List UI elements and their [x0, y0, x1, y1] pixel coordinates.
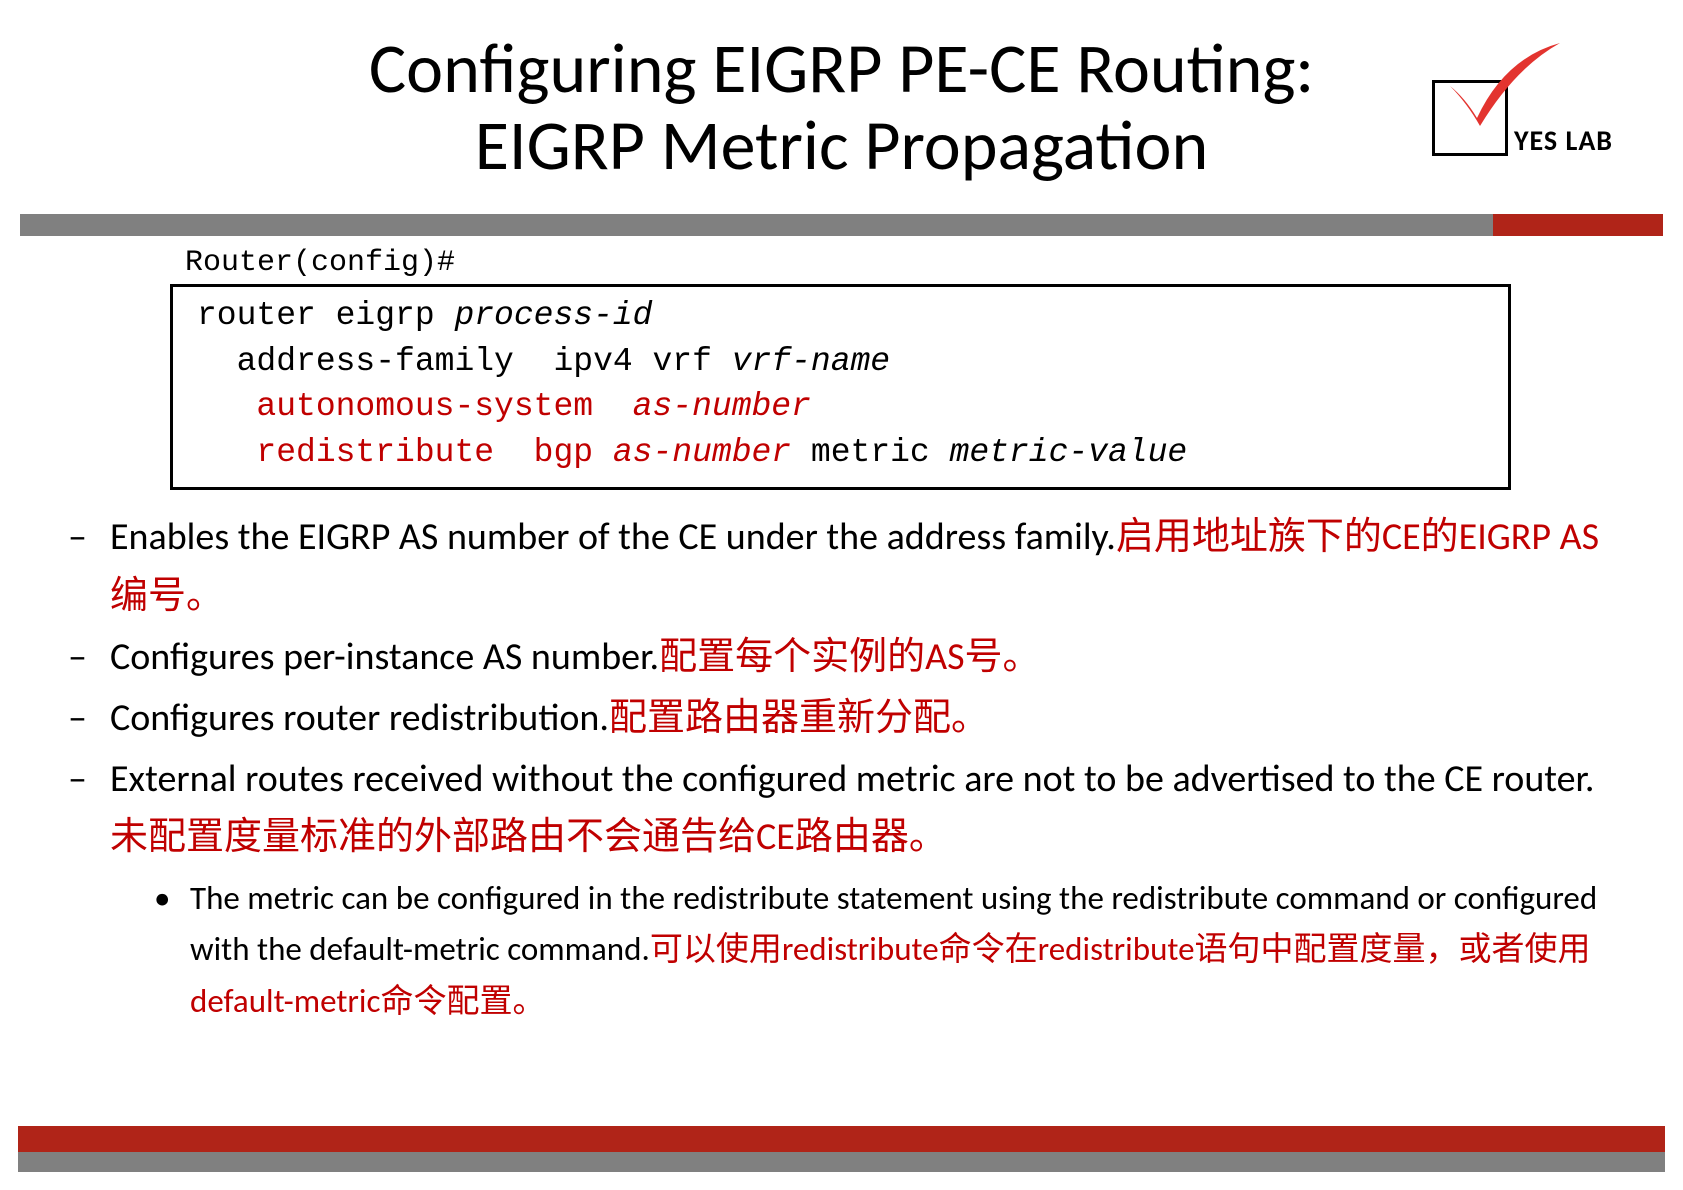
bullet-list: Enables the EIGRP AS number of the CE un… — [40, 508, 1623, 1027]
code-l3a: autonomous-system — [197, 388, 633, 425]
code-l4d: metric-value — [950, 434, 1188, 471]
slide: Configuring EIGRP PE-CE Routing: EIGRP M… — [0, 0, 1683, 1190]
bullet-1: Enables the EIGRP AS number of the CE un… — [40, 508, 1623, 626]
logo-text: YES LAB — [1514, 123, 1613, 158]
divider-gray — [20, 214, 1493, 236]
code-l2b: vrf-name — [732, 343, 890, 380]
logo-checkbox — [1432, 80, 1508, 156]
code-l1b: process-id — [454, 297, 652, 334]
footer-red-bar — [18, 1126, 1665, 1152]
code-l2a: address-family ipv4 vrf — [197, 343, 732, 380]
code-l1a: router eigrp — [197, 297, 454, 334]
prompt-text-right: )# — [419, 246, 455, 280]
code-l4a: redistribute bgp — [197, 434, 613, 471]
bullet-2-en: Configures per-instance AS number. — [110, 634, 659, 680]
title-line-1: Configuring EIGRP PE-CE Routing: — [369, 25, 1314, 111]
code-block: router eigrp process-id address-family i… — [170, 284, 1511, 490]
checkmark-icon — [1445, 38, 1565, 128]
sub-bullet-1: The metric can be configured in the redi… — [40, 873, 1623, 1026]
code-l3b: as-number — [633, 388, 811, 425]
bullet-3-cn: 配置路由器重新分配。 — [609, 695, 989, 741]
bullet-1-en: Enables the EIGRP AS number of the CE un… — [110, 514, 1116, 560]
title-line-2: EIGRP Metric Propagation — [475, 102, 1209, 188]
code-l4b: as-number — [613, 434, 791, 471]
bullet-4-en: External routes received without the con… — [110, 756, 1595, 802]
bullet-4: External routes received without the con… — [40, 750, 1623, 868]
code-l4c: metric — [791, 434, 949, 471]
slide-title: Configuring EIGRP PE-CE Routing: EIGRP M… — [0, 30, 1683, 184]
bullet-3: Configures router redistribution.配置路由器重新… — [40, 689, 1623, 748]
logo: YES LAB — [1432, 80, 1613, 156]
footer-gray-bar — [18, 1152, 1665, 1172]
bullet-4-cn: 未配置度量标准的外部路由不会通告给CE路由器。 — [110, 814, 947, 860]
bullet-2-cn: 配置每个实例的AS号。 — [659, 634, 1040, 680]
bullet-2: Configures per-instance AS number.配置每个实例… — [40, 628, 1623, 687]
divider-bar — [20, 214, 1663, 236]
bullet-3-en: Configures router redistribution. — [110, 695, 609, 741]
divider-red — [1493, 214, 1663, 236]
config-prompt: Router(config)# — [185, 246, 455, 280]
prompt-text-left: Router(config — [185, 246, 419, 280]
